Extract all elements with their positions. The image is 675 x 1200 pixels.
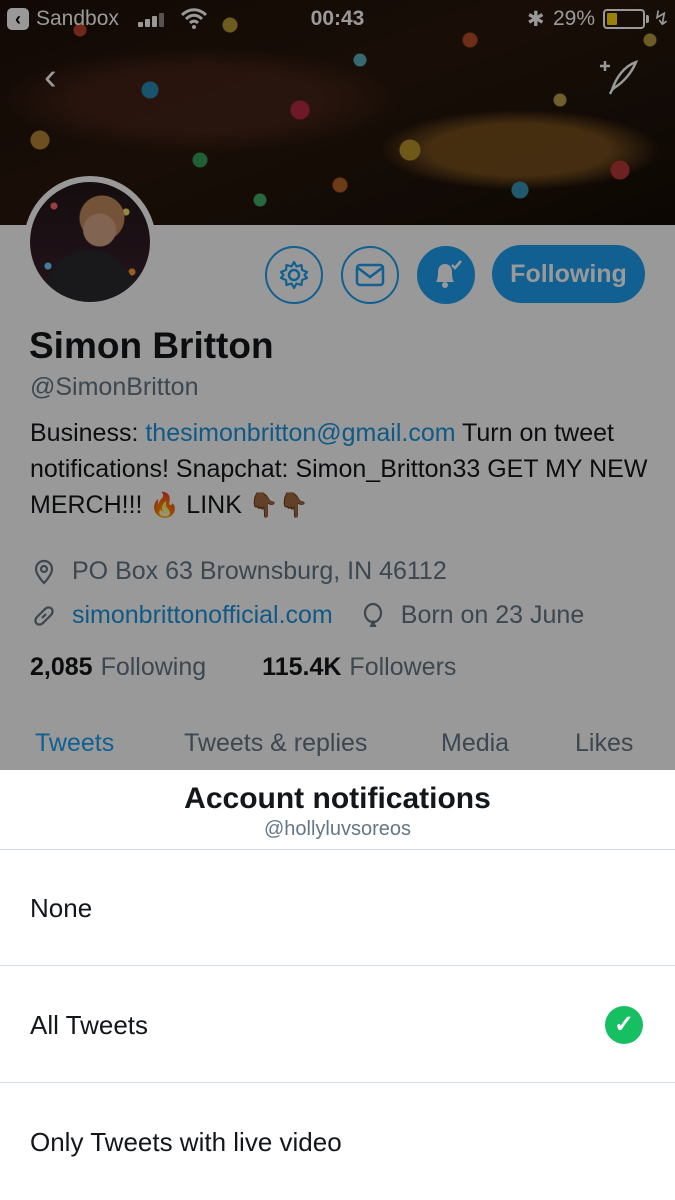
account-notifications-sheet: Account notifications @hollyluvsoreos No…	[0, 770, 675, 1200]
option-live-video[interactable]: Only Tweets with live video	[0, 1084, 675, 1200]
option-label: None	[30, 893, 93, 923]
option-label: All Tweets	[30, 1010, 149, 1040]
option-none[interactable]: None	[0, 850, 675, 966]
option-all-tweets[interactable]: All Tweets ✓	[0, 967, 675, 1083]
option-label: Only Tweets with live video	[30, 1127, 342, 1157]
sheet-subtitle: @hollyluvsoreos	[263, 818, 412, 840]
modal-backdrop[interactable]	[0, 0, 675, 770]
sheet-title: Account notifications	[184, 782, 491, 815]
checkmark-icon: ✓	[605, 1006, 643, 1044]
